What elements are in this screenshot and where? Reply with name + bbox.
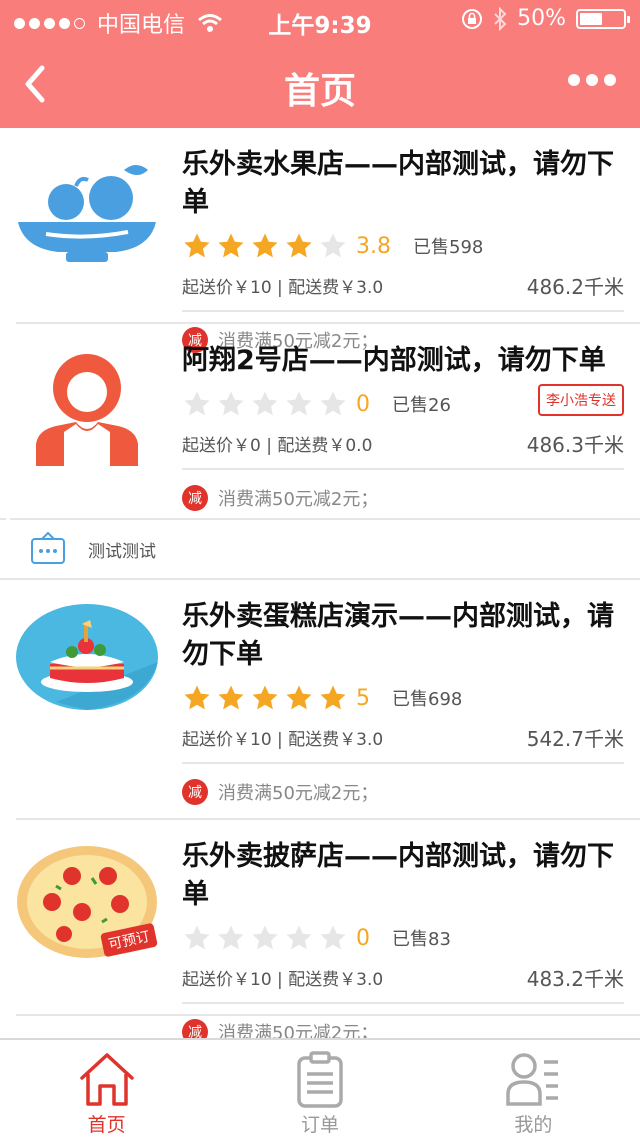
- delivery-fees: 起送价￥10 | 配送费￥3.0: [182, 969, 384, 990]
- distance: 486.3千米: [526, 432, 624, 457]
- delivery-fees: 起送价￥0 | 配送费￥0.0: [182, 435, 373, 456]
- announcement-text: 测试测试: [88, 541, 156, 562]
- message-board-icon: [31, 531, 65, 564]
- fee-row: 起送价￥10 | 配送费￥3.0 486.2千米: [182, 270, 624, 300]
- star-empty-icon: [320, 391, 346, 416]
- store-name: 乐外卖蛋糕店演示——内部测试，请勿下单: [182, 601, 614, 670]
- tab-orders[interactable]: 订单: [213, 1040, 426, 1136]
- more-dot-icon: [586, 74, 598, 86]
- sold-count: 已售598: [413, 237, 484, 258]
- rating-score: 3.8: [356, 233, 391, 259]
- distance: 542.7千米: [526, 726, 624, 751]
- more-options-button[interactable]: [568, 74, 616, 86]
- navigation-bar: 首页: [0, 40, 640, 128]
- star-filled-icon: [184, 233, 210, 258]
- rating-row: 0 已售26: [182, 386, 624, 422]
- tab-label: 订单: [300, 1114, 339, 1136]
- rating-row: 3.8 已售598: [182, 228, 624, 264]
- distance: 486.2千米: [526, 274, 624, 299]
- star-filled-icon: [184, 685, 210, 710]
- sold-count: 已售83: [392, 929, 451, 950]
- rotation-lock-icon: [462, 8, 483, 29]
- battery-percent: 50%: [517, 6, 566, 31]
- tab-profile[interactable]: 我的: [427, 1040, 640, 1136]
- star-filled-icon: [218, 685, 244, 710]
- sold-count: 已售698: [392, 689, 463, 710]
- promo-text: 消费满50元减2元；: [218, 489, 379, 510]
- more-dot-icon: [568, 74, 580, 86]
- store-list: 乐外卖水果店——内部测试，请勿下单 3.8 已售598 起送价￥10 | 配送费…: [0, 128, 640, 1045]
- tab-label: 首页: [87, 1114, 126, 1136]
- promo-text: 消费满50元减2元；: [218, 783, 379, 804]
- tab-home[interactable]: 首页: [0, 1040, 213, 1136]
- store-name: 乐外卖水果店——内部测试，请勿下单: [182, 149, 614, 218]
- store-card[interactable]: 乐外卖蛋糕店演示——内部测试，请勿下单 5 已售698 起送价￥10 | 配送费…: [16, 580, 640, 820]
- discount-badge: 减: [182, 779, 208, 805]
- top-bar: 中国电信 上午9:39 50% 首页: [0, 0, 640, 128]
- star-empty-icon: [286, 391, 312, 416]
- star-filled-icon: [218, 233, 244, 258]
- star-empty-icon: [320, 925, 346, 950]
- star-empty-icon: [286, 925, 312, 950]
- star-filled-icon: [286, 233, 312, 258]
- status-bar: 中国电信 上午9:39 50%: [0, 0, 640, 40]
- tab-label: 我的: [514, 1114, 553, 1136]
- star-empty-icon: [320, 233, 346, 258]
- fruit-bowl-icon: [18, 165, 156, 262]
- delivery-fees: 起送价￥10 | 配送费￥3.0: [182, 729, 384, 750]
- rating-row: 0 已售83: [182, 920, 624, 956]
- announcement-row[interactable]: 测试测试: [0, 518, 640, 580]
- distance: 483.2千米: [526, 966, 624, 991]
- rating-score: 5: [356, 685, 370, 711]
- cake-icon: [16, 604, 158, 710]
- star-filled-icon: [320, 685, 346, 710]
- star-empty-icon: [252, 391, 278, 416]
- store-card[interactable]: 可预订 乐外卖披萨店——内部测试，请勿下单 0 已售83 起送价￥10 | 配送…: [16, 820, 640, 1045]
- home-icon: [79, 1053, 134, 1106]
- star-empty-icon: [184, 925, 210, 950]
- star-empty-icon: [218, 925, 244, 950]
- battery-icon: [576, 8, 630, 29]
- fee-row: 起送价￥0 | 配送费￥0.0 486.3千米: [182, 428, 624, 458]
- profile-icon: [506, 1053, 559, 1106]
- store-name: 阿翔2号店——内部测试，请勿下单: [182, 345, 606, 376]
- fee-row: 起送价￥10 | 配送费￥3.0 483.2千米: [182, 962, 624, 992]
- discount-badge: 减: [182, 485, 208, 511]
- star-empty-icon: [252, 925, 278, 950]
- promo-row: 减 消费满50元减2元；: [182, 764, 624, 820]
- rating-score: 0: [356, 391, 370, 417]
- delivery-fees: 起送价￥10 | 配送费￥3.0: [182, 277, 384, 298]
- page-title: 首页: [283, 71, 356, 112]
- store-card[interactable]: 李小浩专送 阿翔2号店——内部测试，请勿下单 0 已售26 起送价￥0 | 配送…: [16, 324, 640, 520]
- store-card[interactable]: 乐外卖水果店——内部测试，请勿下单 3.8 已售598 起送价￥10 | 配送费…: [16, 128, 640, 353]
- clipboard-icon: [297, 1051, 343, 1108]
- star-filled-icon: [252, 685, 278, 710]
- bluetooth-icon: [494, 6, 507, 31]
- fee-row: 起送价￥10 | 配送费￥3.0 542.7千米: [182, 722, 624, 752]
- star-filled-icon: [252, 233, 278, 258]
- star-empty-icon: [184, 391, 210, 416]
- rating-score: 0: [356, 925, 370, 951]
- star-filled-icon: [286, 685, 312, 710]
- store-name: 乐外卖披萨店——内部测试，请勿下单: [182, 841, 614, 910]
- rating-row: 5 已售698: [182, 680, 624, 716]
- more-dot-icon: [604, 74, 616, 86]
- sold-count: 已售26: [392, 395, 451, 416]
- tab-bar: 首页 订单 我的: [0, 1038, 640, 1136]
- star-empty-icon: [218, 391, 244, 416]
- shopkeeper-avatar-icon: [36, 354, 138, 466]
